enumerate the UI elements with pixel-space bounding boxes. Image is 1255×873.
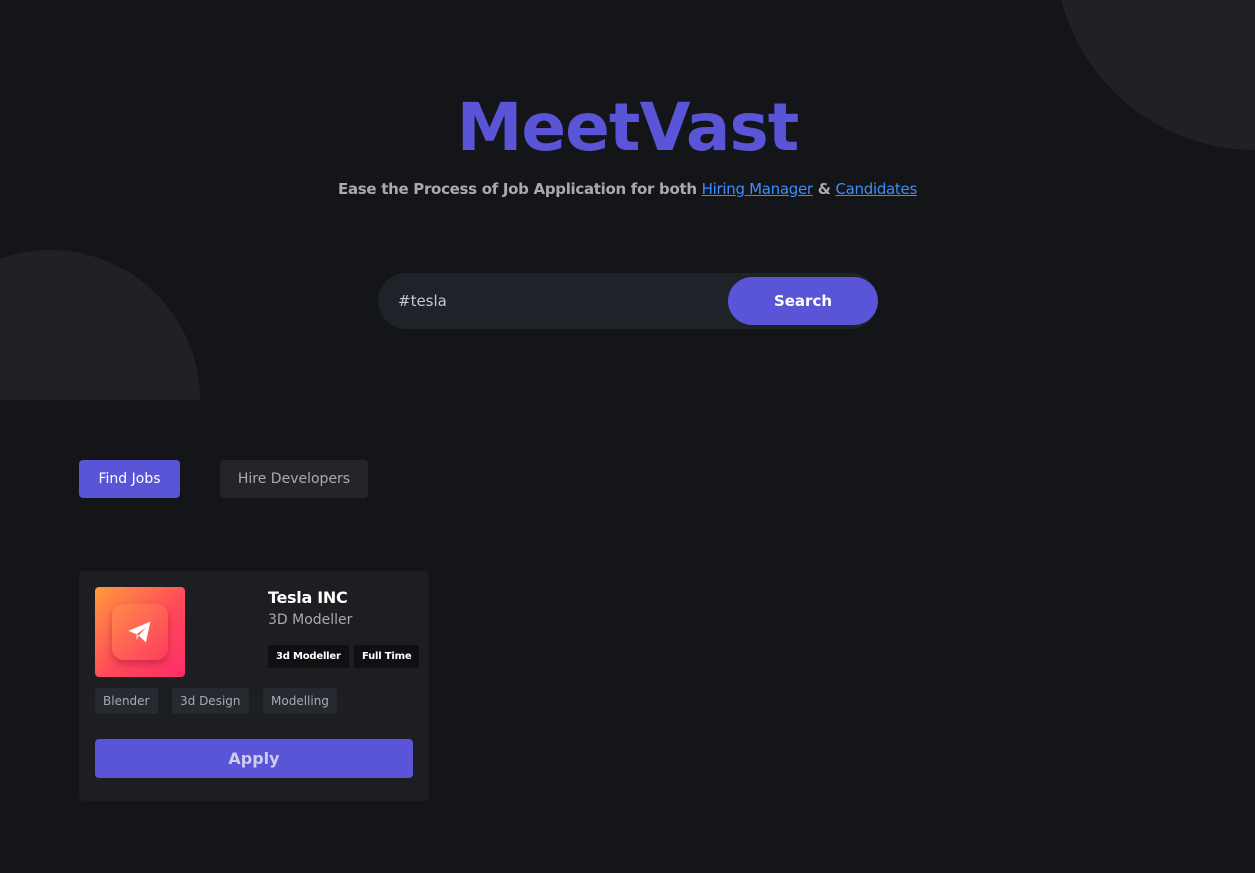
job-title: 3D Modeller: [268, 612, 353, 628]
search-button[interactable]: Search: [728, 277, 878, 325]
apply-button[interactable]: Apply: [95, 739, 413, 778]
telegram-paper-plane-icon: [128, 621, 151, 643]
tagline: Ease the Process of Job Application for …: [0, 178, 1255, 200]
employment-type-badge: Full Time: [354, 645, 420, 668]
brand-title: MeetVast: [456, 89, 800, 166]
skill-tag: Blender: [95, 688, 158, 714]
logo-tile: [112, 604, 168, 660]
tab-find-jobs[interactable]: Find Jobs: [79, 460, 180, 498]
role-badge: 3d Modeller: [268, 645, 349, 668]
hiring-manager-link[interactable]: Hiring Manager: [702, 180, 813, 198]
tagline-ampersand: &: [812, 180, 836, 198]
skill-tag: 3d Design: [172, 688, 249, 714]
company-name: Tesla INC: [268, 588, 348, 607]
search-input[interactable]: [398, 273, 718, 329]
page: MeetVast Ease the Process of Job Applica…: [0, 0, 1255, 873]
tab-hire-developers[interactable]: Hire Developers: [220, 460, 368, 498]
decorative-circle-left: [0, 250, 200, 400]
job-card: Tesla INC 3D Modeller 3d Modeller Full T…: [79, 571, 429, 801]
candidates-link[interactable]: Candidates: [835, 180, 917, 198]
tagline-text: Ease the Process of Job Application for …: [338, 180, 702, 198]
company-logo: [95, 587, 185, 677]
search-bar: Search: [378, 273, 878, 329]
skill-tag: Modelling: [263, 688, 337, 714]
